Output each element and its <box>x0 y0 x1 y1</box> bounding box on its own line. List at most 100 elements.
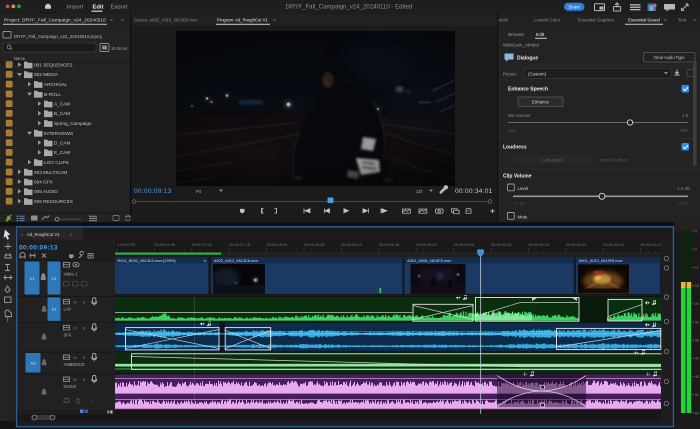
svg-text:M: M <box>73 355 76 360</box>
svg-text:001 SEQUENCES: 001 SEQUENCES <box>34 63 73 68</box>
svg-text:48: 48 <box>695 375 699 379</box>
svg-text:LOG CLIPS: LOG CLIPS <box>44 160 69 165</box>
svg-text:00:00:09:13: 00:00:09:13 <box>134 188 172 195</box>
svg-text:Ad_RoughCut V1: Ad_RoughCut V1 <box>27 232 60 237</box>
svg-text:18: 18 <box>695 284 699 288</box>
svg-text:Clear Audio Type: Clear Audio Type <box>653 55 685 60</box>
svg-text:003 MULTICAM: 003 MULTICAM <box>34 170 67 175</box>
svg-text:Edit: Edit <box>93 5 104 11</box>
svg-text:V1: V1 <box>30 276 36 281</box>
svg-text:Enhance Speech: Enhance Speech <box>508 87 548 93</box>
svg-text:S: S <box>83 377 86 382</box>
svg-text:Level: Level <box>518 186 529 191</box>
svg-text:00:00:09:12: 00:00:09:12 <box>491 242 512 247</box>
svg-text:1: 1 <box>90 400 92 404</box>
svg-text:S: S <box>83 300 86 305</box>
svg-text:1:00:07:00: 1:00:07:00 <box>117 242 136 247</box>
svg-text:00:00:09:00: 00:00:09:00 <box>416 242 437 247</box>
svg-text:Spring_Campaign: Spring_Campaign <box>54 121 92 126</box>
svg-text:Share: Share <box>568 5 580 10</box>
svg-text:DRYF_Fall_Campaign_v24_2024011: DRYF_Fall_Campaign_v24_20240110 - Edited <box>286 4 413 11</box>
svg-text:15 dB: 15 dB <box>678 201 689 206</box>
svg-text:DRYF_Fall_Campaign_v24_2024051: DRYF_Fall_Campaign_v24_20240510.prproj <box>14 34 102 39</box>
svg-text:00:00:34:01: 00:00:34:01 <box>455 188 493 195</box>
svg-text:0: 0 <box>695 229 697 233</box>
svg-text:24: 24 <box>695 302 699 306</box>
svg-text:Essential Sound: Essential Sound <box>628 18 660 23</box>
svg-text:AMBIENCE: AMBIENCE <box>64 362 86 367</box>
svg-text:R001_B001_0813C3.mov [200%]: R001_B001_0813C3.mov [200%] <box>118 258 176 263</box>
svg-text:Preset:: Preset: <box>503 72 517 77</box>
svg-text:Edit: Edit <box>536 32 545 38</box>
svg-text:Clip Volume: Clip Volume <box>503 174 532 180</box>
svg-text:Dialogue: Dialogue <box>517 56 538 62</box>
svg-text:S: S <box>83 355 86 360</box>
svg-text:Import: Import <box>67 5 84 11</box>
svg-text:B-ROLL: B-ROLL <box>44 92 61 97</box>
svg-text:004 GFX: 004 GFX <box>34 180 54 185</box>
svg-text:12: 12 <box>695 266 699 270</box>
svg-text:54: 54 <box>695 393 699 397</box>
svg-text:≡: ≡ <box>110 17 113 22</box>
svg-text:A_CAM: A_CAM <box>54 102 70 107</box>
svg-text:30: 30 <box>695 320 699 324</box>
svg-text:Match loudness: Match loudness <box>600 157 629 162</box>
svg-text:Auto-Match: Auto-Match <box>542 157 564 162</box>
svg-text:M: M <box>73 326 76 331</box>
svg-text:00:00:08:12: 00:00:08:12 <box>341 242 362 247</box>
svg-text:Lumetri Color: Lumetri Color <box>534 18 561 23</box>
svg-text:006 RESOURCES: 006 RESOURCES <box>34 199 73 204</box>
svg-text:Enhance: Enhance <box>532 100 550 105</box>
svg-text:Export: Export <box>111 5 128 11</box>
svg-text:A1: A1 <box>52 307 58 312</box>
svg-text:00:00:10:06: 00:00:10:06 <box>603 242 624 247</box>
svg-text:»: » <box>693 18 696 24</box>
svg-text:00:00:08:06: 00:00:08:06 <box>304 242 325 247</box>
svg-text:(Custom): (Custom) <box>528 72 547 77</box>
svg-text:Project: DRYF_Fall_Campaign_v2: Project: DRYF_Fall_Campaign_v24_20240510 <box>4 18 106 24</box>
svg-text:00:00:09:13: 00:00:09:13 <box>19 245 58 252</box>
svg-text:Video 1: Video 1 <box>64 272 79 277</box>
svg-text:Loudness: Loudness <box>503 145 527 151</box>
svg-text:Low: Low <box>508 128 515 133</box>
svg-text:SFX: SFX <box>64 332 72 337</box>
svg-text:≡: ≡ <box>273 17 276 22</box>
svg-text:D_CAM: D_CAM <box>54 141 71 146</box>
svg-text:00:00:07:06: 00:00:07:06 <box>154 242 175 247</box>
svg-text:≡: ≡ <box>664 17 667 22</box>
svg-text:Source: A002_A013_0813OF.mov: Source: A002_A013_0813OF.mov <box>134 18 198 23</box>
svg-text:A002_A012_0613C8.mov: A002_A012_0613C8.mov <box>214 258 259 263</box>
svg-text:1/2: 1/2 <box>416 189 423 194</box>
svg-text:Fit: Fit <box>196 189 202 194</box>
svg-text:V1: V1 <box>52 276 58 281</box>
svg-text:High: High <box>680 128 688 133</box>
svg-text:S: S <box>83 326 86 331</box>
svg-text:MultiCam_Athlete: MultiCam_Athlete <box>503 43 540 48</box>
svg-text:T: T <box>6 318 10 324</box>
svg-text:00:00:10:00: 00:00:10:00 <box>566 242 587 247</box>
svg-text:00:00:08:18: 00:00:08:18 <box>379 242 400 247</box>
svg-text:Program: Ad_RoughCut V1: Program: Ad_RoughCut V1 <box>217 18 268 23</box>
svg-text:M: M <box>73 300 76 305</box>
svg-text:M: M <box>73 377 76 382</box>
svg-text:A001_A013_0613F8.mov: A001_A013_0613F8.mov <box>579 258 623 263</box>
svg-text:00:00:07:12: 00:00:07:12 <box>192 242 213 247</box>
svg-text:Mute: Mute <box>518 215 528 220</box>
svg-text:42: 42 <box>695 357 699 361</box>
svg-text:LAV: LAV <box>64 306 72 311</box>
svg-text:-15 dB: -15 dB <box>513 201 525 206</box>
svg-text:1.0: 1.0 <box>682 113 689 118</box>
svg-text:ARCHIVAL: ARCHIVAL <box>44 82 67 87</box>
svg-text:6: 6 <box>695 248 697 252</box>
svg-text:60: 60 <box>695 411 699 415</box>
svg-text:005 AUDIO: 005 AUDIO <box>34 189 58 194</box>
svg-text:00:00:08:00: 00:00:08:00 <box>267 242 288 247</box>
svg-text:00:00:07:18: 00:00:07:18 <box>229 242 250 247</box>
svg-text:B_CAM: B_CAM <box>54 111 70 116</box>
svg-text:00:00:09:18: 00:00:09:18 <box>528 242 549 247</box>
svg-text:1.5 dB: 1.5 dB <box>677 186 690 191</box>
svg-text:002 MEDIA: 002 MEDIA <box>34 72 59 77</box>
svg-text:fx: fx <box>204 259 207 263</box>
svg-text:00:00:10:12: 00:00:10:12 <box>641 242 662 247</box>
svg-text:»: » <box>121 18 124 24</box>
